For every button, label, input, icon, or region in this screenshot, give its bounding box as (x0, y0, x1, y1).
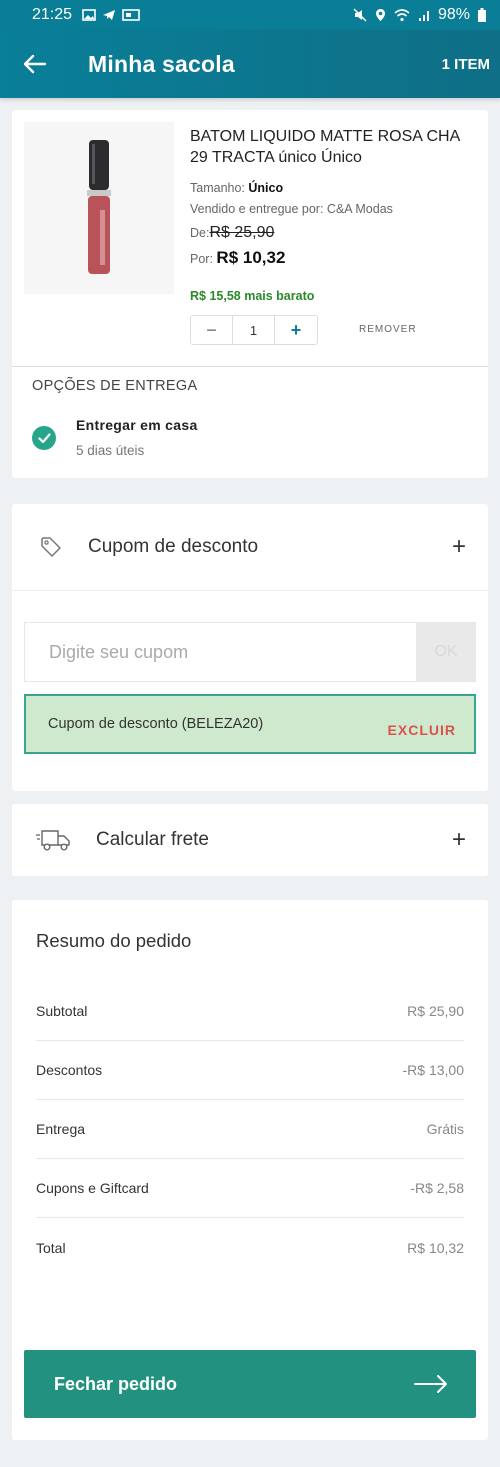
checkout-label: Fechar pedido (54, 1373, 178, 1394)
arrow-right-icon (414, 1375, 447, 1393)
tag-icon (41, 537, 61, 557)
divider (12, 366, 488, 367)
delivery-option-label[interactable]: Entregar em casa (76, 417, 198, 433)
product-seller: Vendido e entregue por: C&A Modas (190, 202, 393, 216)
signal-icon (418, 10, 429, 21)
applied-coupon: Cupom de desconto (BELEZA20) EXCLUIR (24, 694, 476, 754)
applied-coupon-text: Cupom de desconto (BELEZA20) (48, 716, 264, 732)
checkout-button[interactable]: Fechar pedido (24, 1350, 476, 1418)
plus-icon: + (451, 826, 466, 853)
coupon-input[interactable]: Digite seu cupom (24, 622, 416, 682)
product-new-price: Por: R$ 10,32 (190, 248, 286, 267)
summary-row: Subtotal R$ 25,90 (36, 982, 464, 1041)
page-title: Minha sacola (88, 50, 235, 77)
status-bar: 21:25 98% (0, 0, 500, 30)
back-button[interactable] (0, 30, 70, 98)
shipping-card: Calcular frete + (12, 804, 488, 876)
battery-icon (478, 8, 486, 22)
coupon-ok-button[interactable]: OK (416, 622, 476, 682)
remove-item-button[interactable]: REMOVER (359, 324, 417, 335)
plus-icon: + (451, 533, 466, 560)
delivery-eta: 5 dias úteis (76, 443, 145, 458)
delivery-title: OPÇÕES DE ENTREGA (32, 378, 198, 394)
shipping-toggle[interactable]: Calcular frete + (12, 804, 488, 876)
location-icon (375, 9, 385, 21)
item-count: 1 ITEM (441, 55, 490, 73)
telegram-icon (103, 10, 116, 20)
remove-coupon-button[interactable]: EXCLUIR (388, 722, 456, 738)
summary-row: Cupons e Giftcard -R$ 2,58 (36, 1159, 464, 1218)
check-icon (37, 432, 51, 443)
news-icon (122, 9, 140, 21)
divider (12, 590, 488, 591)
decrease-quantity-button[interactable]: − (191, 316, 233, 344)
coupon-title: Cupom de desconto (88, 536, 259, 557)
quantity-value: 1 (233, 316, 275, 344)
shipping-title: Calcular frete (96, 829, 209, 850)
coupon-toggle[interactable]: Cupom de desconto + (12, 504, 488, 590)
delivery-option-check[interactable] (32, 426, 56, 450)
product-card: BATOM LIQUIDO MATTE ROSA CHA 29 TRACTA ú… (12, 110, 488, 478)
app-bar: Minha sacola 1 ITEM (0, 30, 500, 98)
summary-card: Resumo do pedido Subtotal R$ 25,90 Desco… (12, 900, 488, 1440)
gallery-icon (82, 9, 96, 21)
product-image[interactable] (24, 122, 174, 294)
quantity-stepper: − 1 + (190, 315, 318, 345)
increase-quantity-button[interactable]: + (275, 316, 317, 344)
product-name[interactable]: BATOM LIQUIDO MATTE ROSA CHA 29 TRACTA ú… (190, 126, 480, 168)
wifi-icon (394, 8, 410, 21)
summary-title: Resumo do pedido (36, 930, 192, 951)
product-saving: R$ 15,58 mais barato (190, 289, 315, 303)
summary-total-row: Total R$ 10,32 (36, 1239, 464, 1256)
summary-row: Descontos -R$ 13,00 (36, 1041, 464, 1100)
battery-level: 98% (437, 6, 470, 23)
status-time: 21:25 (32, 6, 73, 23)
product-old-price: De:R$ 25,90 (190, 224, 275, 241)
arrow-left-icon (23, 54, 47, 74)
truck-icon (36, 830, 70, 851)
coupon-card: Cupom de desconto + Digite seu cupom OK … (12, 504, 488, 791)
mute-icon (353, 8, 367, 22)
summary-row: Entrega Grátis (36, 1100, 464, 1159)
product-size: Tamanho: Único (190, 181, 284, 195)
lipstick-image (87, 140, 111, 274)
